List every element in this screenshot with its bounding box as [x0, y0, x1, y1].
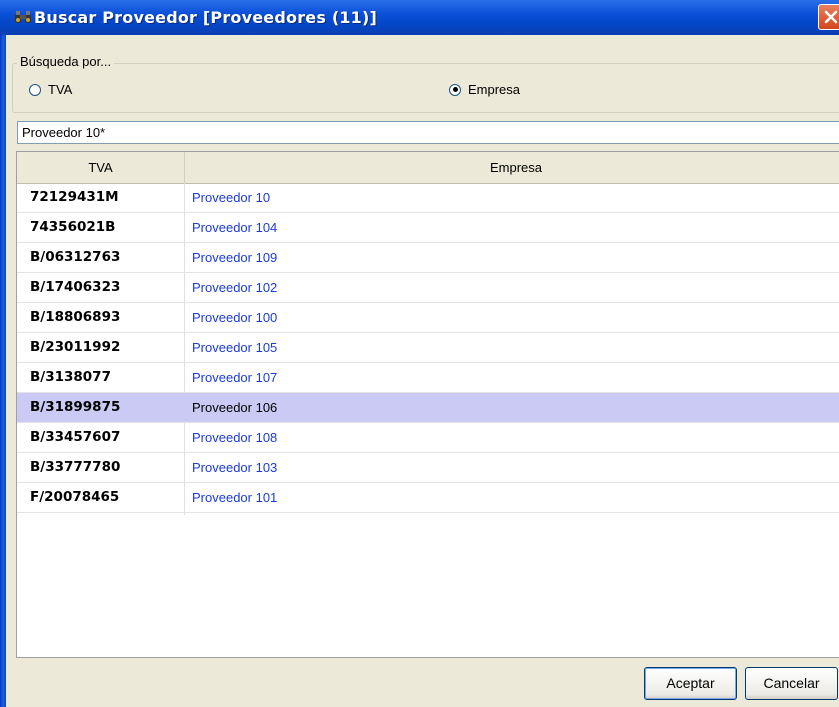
cell-empresa: Proveedor 108 [192, 430, 278, 445]
table-row[interactable]: B/23011992 Proveedor 105 [17, 333, 839, 363]
cell-empresa: Proveedor 10 [192, 190, 271, 205]
cell-empresa: Proveedor 101 [192, 490, 278, 505]
table-row[interactable]: 74356021B Proveedor 104 [17, 213, 839, 243]
column-header-empresa[interactable]: Empresa [185, 152, 839, 183]
results-grid[interactable]: TVA Empresa 72129431M Proveedor 10 7435602… [16, 151, 839, 658]
cell-tva: B/33457607 [30, 429, 121, 445]
table-row[interactable]: B/33457607 Proveedor 108 [17, 423, 839, 453]
cell-tva: B/17406323 [30, 279, 121, 295]
table-row[interactable]: B/17406323 Proveedor 102 [17, 273, 839, 303]
radio-empresa-label: Empresa [468, 82, 521, 97]
search-by-label: Búsqueda por... [17, 54, 115, 69]
cell-empresa: Proveedor 109 [192, 250, 278, 265]
cell-tva: 74356021B [30, 219, 116, 235]
table-row[interactable]: B/31899875 Proveedor 106 [17, 393, 839, 423]
cell-empresa: Proveedor 102 [192, 280, 278, 295]
grid-header: TVA Empresa [17, 152, 839, 184]
cell-empresa: Proveedor 104 [192, 220, 278, 235]
search-by-group [12, 63, 839, 113]
cell-tva: B/18806893 [30, 309, 121, 325]
cell-empresa: Proveedor 105 [192, 340, 278, 355]
table-row[interactable]: B/18806893 Proveedor 100 [17, 303, 839, 333]
window-frame-left [0, 35, 6, 707]
table-row[interactable]: B/33777780 Proveedor 103 [17, 453, 839, 483]
cell-tva: B/06312763 [30, 249, 121, 265]
radio-tva-label: TVA [48, 82, 73, 97]
radio-empresa[interactable]: Empresa [449, 82, 520, 97]
table-row[interactable]: B/3138077 Proveedor 107 [17, 363, 839, 393]
cell-empresa: Proveedor 106 [192, 400, 278, 415]
search-input[interactable] [17, 121, 839, 144]
table-row[interactable]: F/20078465 Proveedor 101 [17, 483, 839, 513]
close-icon [824, 10, 838, 24]
cell-empresa: Proveedor 100 [192, 310, 278, 325]
column-header-tva[interactable]: TVA [17, 152, 185, 183]
accept-button[interactable]: Aceptar [644, 667, 737, 700]
title-bar: Buscar Proveedor [Proveedores (11)] [0, 0, 839, 35]
table-row[interactable]: 72129431M Proveedor 10 [17, 183, 839, 213]
cancel-button[interactable]: Cancelar [745, 667, 838, 700]
cell-tva: B/23011992 [30, 339, 121, 355]
cell-tva: B/3138077 [30, 369, 111, 385]
cell-empresa: Proveedor 103 [192, 460, 278, 475]
cell-tva: B/31899875 [30, 399, 121, 415]
table-row[interactable]: B/06312763 Proveedor 109 [17, 243, 839, 273]
cell-empresa: Proveedor 107 [192, 370, 278, 385]
radio-empresa-circle[interactable] [449, 83, 461, 96]
radio-tva[interactable]: TVA [29, 82, 72, 97]
cell-tva: B/33777780 [30, 459, 121, 475]
window-title: Buscar Proveedor [Proveedores (11)] [34, 8, 378, 27]
cell-tva: 72129431M [30, 189, 119, 205]
binoculars-icon [14, 10, 32, 24]
close-button[interactable] [818, 4, 839, 30]
radio-tva-circle[interactable] [29, 83, 41, 96]
cell-tva: F/20078465 [30, 489, 120, 505]
